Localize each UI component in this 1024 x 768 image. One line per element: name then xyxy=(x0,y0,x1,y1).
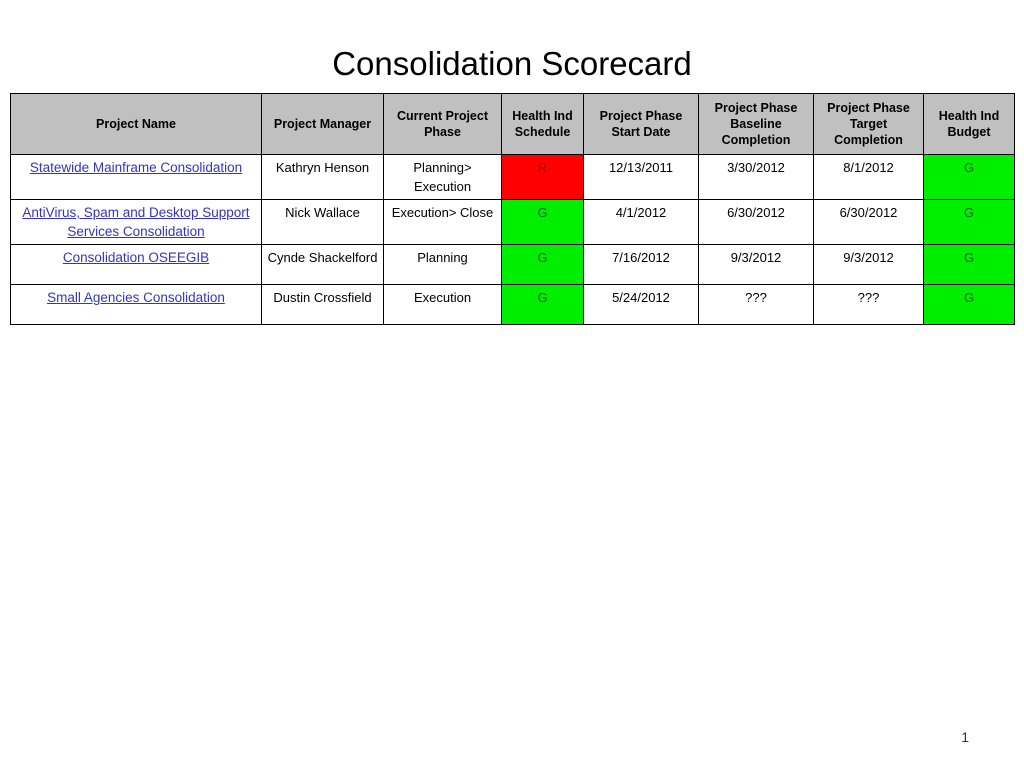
cell-project-name: Consolidation OSEEGIB xyxy=(10,244,262,285)
cell-current-phase: Execution> Close xyxy=(383,199,502,245)
cell-health-schedule: R xyxy=(501,154,584,200)
cell-target-completion: 6/30/2012 xyxy=(813,199,924,245)
cell-health-schedule: G xyxy=(501,244,584,285)
column-header-target-completion: Project Phase Target Completion xyxy=(813,93,924,155)
cell-target-completion: 8/1/2012 xyxy=(813,154,924,200)
table-row: AntiVirus, Spam and Desktop Support Serv… xyxy=(10,199,1015,245)
project-name-link[interactable]: Consolidation OSEEGIB xyxy=(63,250,209,265)
cell-target-completion: 9/3/2012 xyxy=(813,244,924,285)
column-header-start-date: Project Phase Start Date xyxy=(583,93,699,155)
column-header-project-manager: Project Manager xyxy=(261,93,384,155)
cell-health-schedule: G xyxy=(501,284,584,325)
scorecard-table: Project Name Project Manager Current Pro… xyxy=(10,93,1015,325)
table-row: Consolidation OSEEGIB Cynde Shackelford … xyxy=(10,244,1015,285)
cell-current-phase: Planning xyxy=(383,244,502,285)
project-name-link[interactable]: AntiVirus, Spam and Desktop Support Serv… xyxy=(22,205,249,239)
table-body: Statewide Mainframe Consolidation Kathry… xyxy=(10,154,1015,325)
page-title: Consolidation Scorecard xyxy=(332,45,692,82)
column-header-baseline-completion: Project Phase Baseline Completion xyxy=(698,93,814,155)
cell-health-budget: G xyxy=(923,154,1015,200)
cell-start-date: 4/1/2012 xyxy=(583,199,699,245)
column-header-current-phase: Current Project Phase xyxy=(383,93,502,155)
cell-health-schedule: G xyxy=(501,199,584,245)
cell-start-date: 5/24/2012 xyxy=(583,284,699,325)
cell-baseline-completion: 3/30/2012 xyxy=(698,154,814,200)
cell-health-budget: G xyxy=(923,284,1015,325)
cell-baseline-completion: 6/30/2012 xyxy=(698,199,814,245)
cell-target-completion: ??? xyxy=(813,284,924,325)
cell-project-manager: Dustin Crossfield xyxy=(261,284,384,325)
cell-project-manager: Nick Wallace xyxy=(261,199,384,245)
project-name-link[interactable]: Small Agencies Consolidation xyxy=(47,290,225,305)
cell-start-date: 7/16/2012 xyxy=(583,244,699,285)
column-header-health-schedule: Health Ind Schedule xyxy=(501,93,584,155)
cell-current-phase: Execution xyxy=(383,284,502,325)
cell-project-manager: Cynde Shackelford xyxy=(261,244,384,285)
column-header-health-budget: Health Ind Budget xyxy=(923,93,1015,155)
scorecard-table-container: Project Name Project Manager Current Pro… xyxy=(10,93,1015,325)
cell-baseline-completion: 9/3/2012 xyxy=(698,244,814,285)
project-name-link[interactable]: Statewide Mainframe Consolidation xyxy=(30,160,242,175)
table-header: Project Name Project Manager Current Pro… xyxy=(10,93,1015,155)
cell-project-manager: Kathryn Henson xyxy=(261,154,384,200)
table-header-row: Project Name Project Manager Current Pro… xyxy=(10,93,1015,155)
table-row: Statewide Mainframe Consolidation Kathry… xyxy=(10,154,1015,200)
column-header-project-name: Project Name xyxy=(10,93,262,155)
slide-canvas: Consolidation Scorecard Project Name Pro… xyxy=(0,0,1024,768)
cell-baseline-completion: ??? xyxy=(698,284,814,325)
cell-project-name: Small Agencies Consolidation xyxy=(10,284,262,325)
cell-health-budget: G xyxy=(923,244,1015,285)
cell-project-name: AntiVirus, Spam and Desktop Support Serv… xyxy=(10,199,262,245)
cell-health-budget: G xyxy=(923,199,1015,245)
table-row: Small Agencies Consolidation Dustin Cros… xyxy=(10,284,1015,325)
cell-project-name: Statewide Mainframe Consolidation xyxy=(10,154,262,200)
cell-start-date: 12/13/2011 xyxy=(583,154,699,200)
cell-current-phase: Planning> Execution xyxy=(383,154,502,200)
page-number: 1 xyxy=(961,729,969,745)
